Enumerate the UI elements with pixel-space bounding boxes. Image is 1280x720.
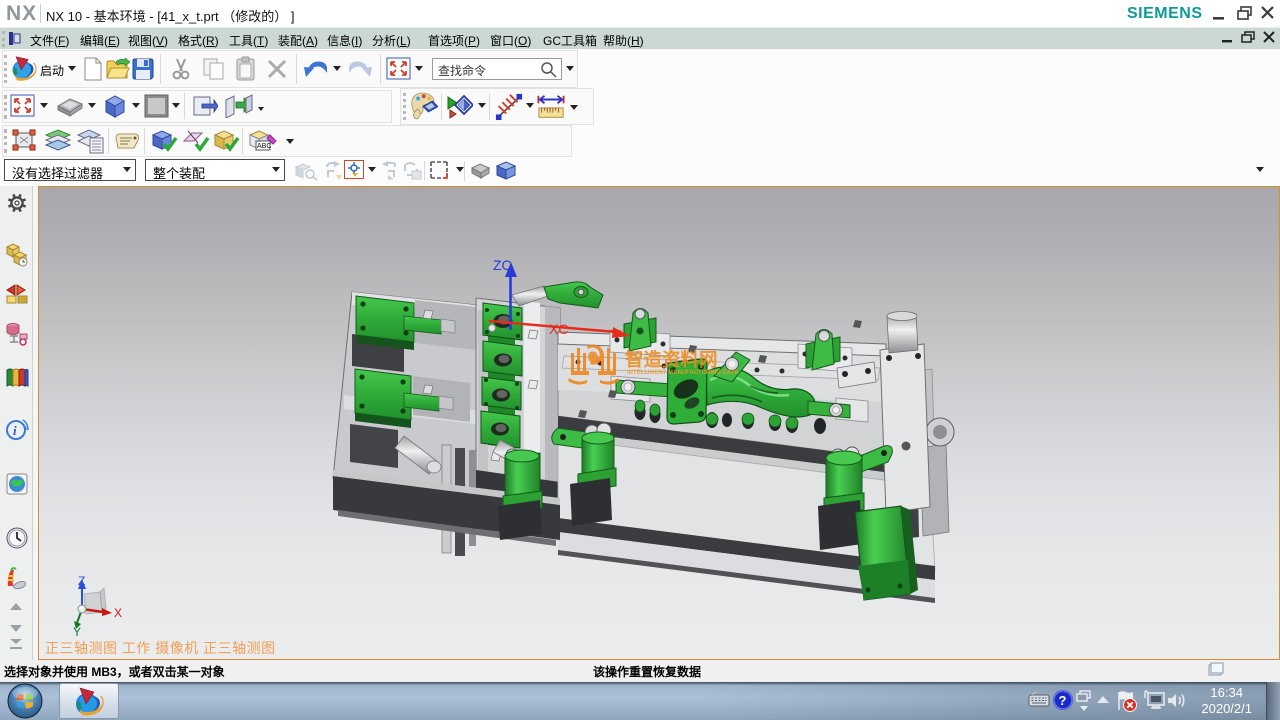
svg-text:?: ?	[1059, 693, 1067, 708]
svg-text:智造资料网: 智造资料网	[625, 349, 718, 370]
svg-text:Z: Z	[78, 575, 85, 588]
svg-text:i: i	[13, 423, 17, 438]
svg-text:INTELLIGENT MANUFACTURING DATA: INTELLIGENT MANUFACTURING DATA	[627, 370, 739, 376]
svg-text:X: X	[114, 606, 122, 620]
svg-text:ABC: ABC	[257, 143, 271, 150]
svg-text:Y: Y	[73, 625, 81, 639]
